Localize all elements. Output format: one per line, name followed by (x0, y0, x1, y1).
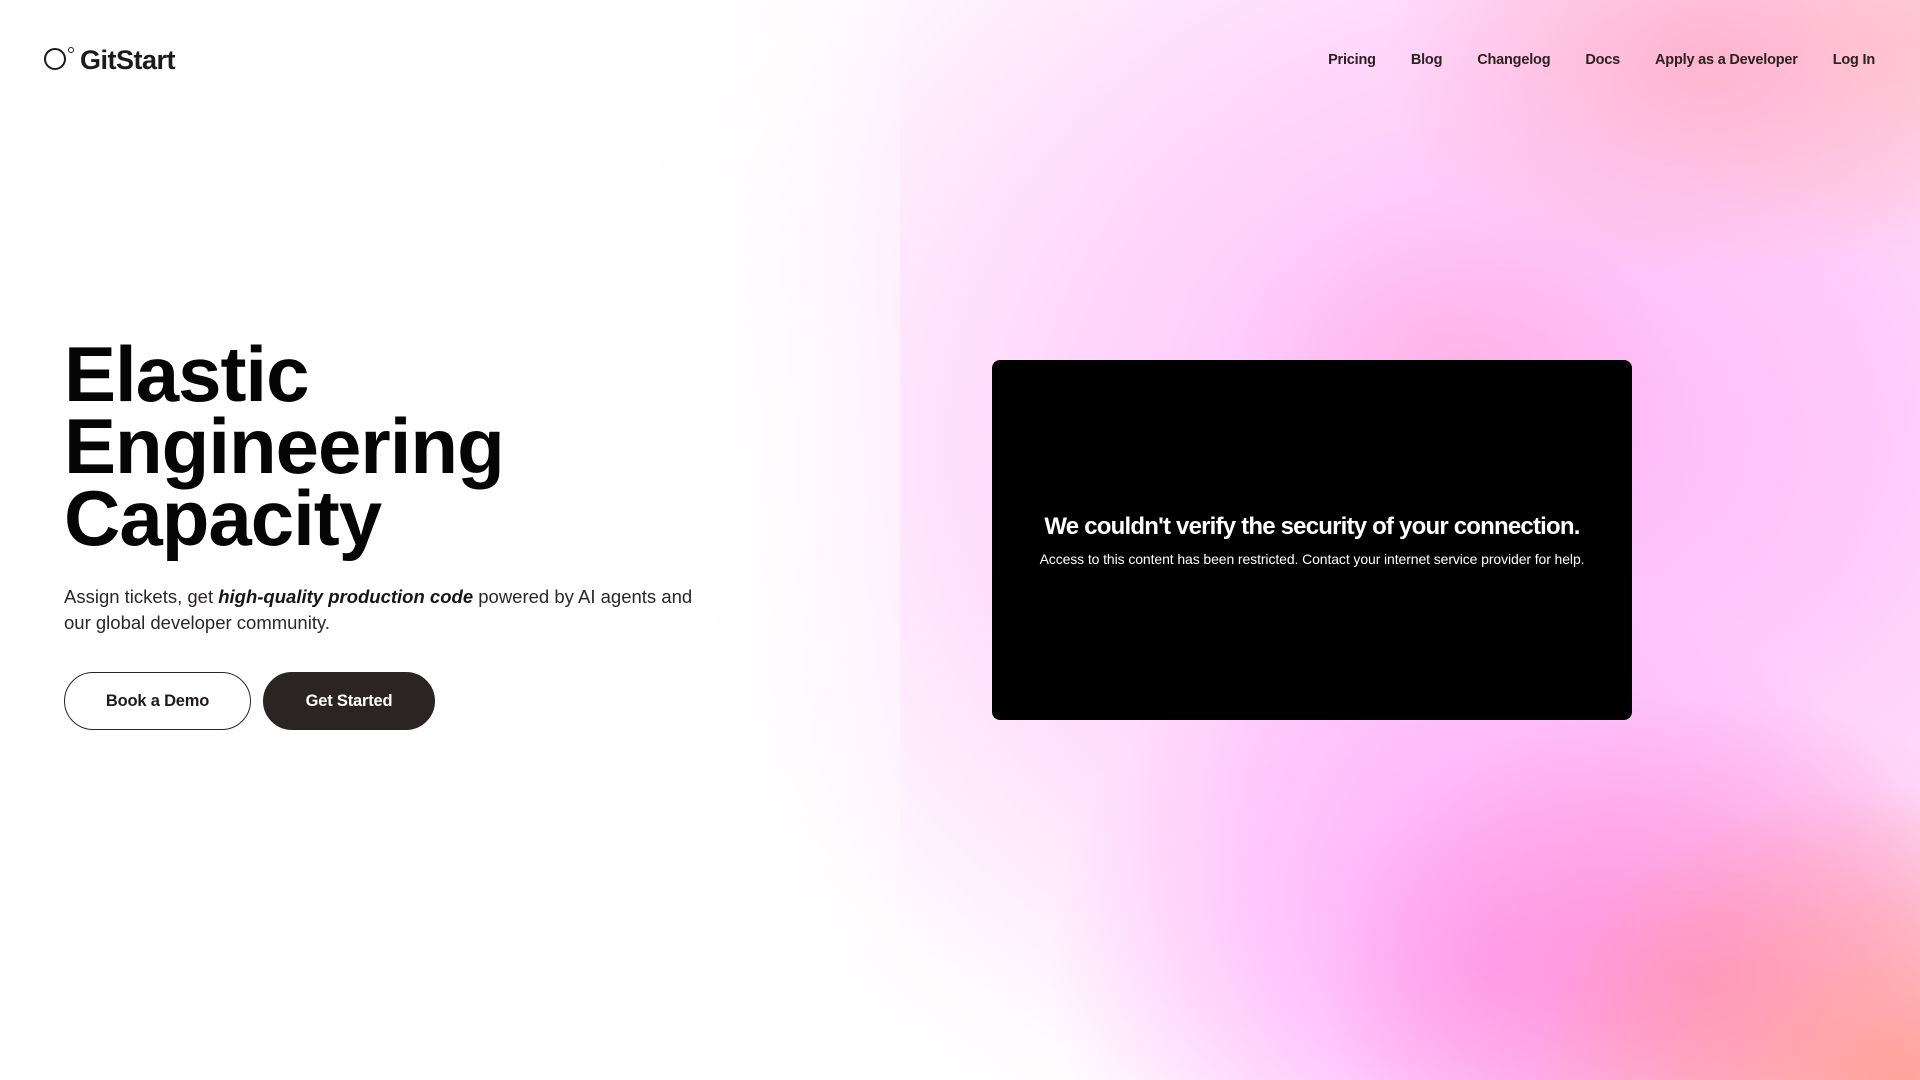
nav-apply-developer[interactable]: Apply as a Developer (1655, 50, 1798, 70)
gitstart-logo[interactable]: GitStart (44, 44, 176, 76)
book-demo-button[interactable]: Book a Demo (64, 672, 251, 730)
hero-title-line: Engineering (64, 402, 505, 490)
hero-title-line: Capacity (64, 474, 382, 562)
subtitle-prefix: Assign tickets, get (64, 586, 219, 607)
hero-subtitle: Assign tickets, get high-quality product… (64, 584, 704, 636)
main-nav: Pricing Blog Changelog Docs Apply as a D… (1328, 50, 1875, 70)
nav-docs[interactable]: Docs (1585, 50, 1620, 70)
embedded-video-error: We couldn't verify the security of your … (992, 360, 1632, 720)
nav-changelog[interactable]: Changelog (1477, 50, 1550, 70)
logo-dot-icon (68, 47, 74, 53)
nav-login[interactable]: Log In (1833, 50, 1875, 70)
logo-text: GitStart (80, 45, 176, 75)
nav-blog[interactable]: Blog (1411, 50, 1443, 70)
cta-group: Book a Demo Get Started (64, 672, 724, 730)
hero-section: Elastic Engineering Capacity Assign tick… (64, 330, 724, 730)
hero-title-line: Elastic (64, 330, 309, 418)
subtitle-emphasis: high-quality production code (218, 586, 474, 607)
logo-ring-icon (44, 48, 66, 70)
error-title: We couldn't verify the security of your … (1044, 513, 1580, 540)
error-message: Access to this content has been restrict… (1039, 551, 1585, 567)
hero-title: Elastic Engineering Capacity (64, 330, 724, 562)
get-started-button[interactable]: Get Started (263, 672, 435, 730)
site-header: GitStart Pricing Blog Changelog Docs App… (0, 0, 1920, 120)
nav-pricing[interactable]: Pricing (1328, 50, 1376, 70)
